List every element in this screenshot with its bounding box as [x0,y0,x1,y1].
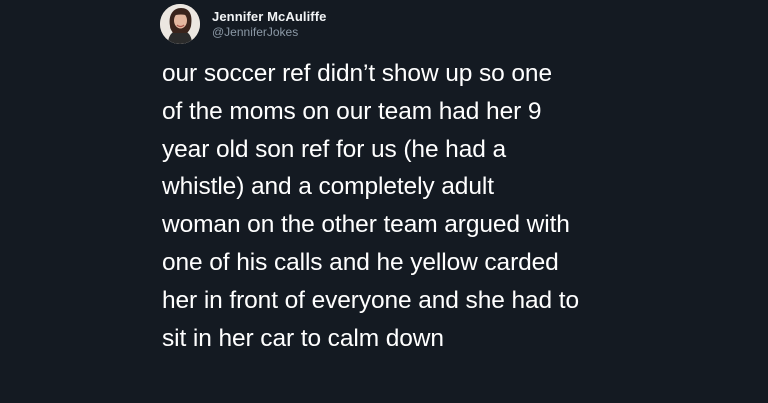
tweet-text-line: woman on the other team argued with [162,211,570,239]
tweet-text-line: one of his calls and he yellow carded [162,248,559,276]
profile-photo-icon [160,4,200,44]
tweet-text-line: sit in her car to calm down [162,324,444,352]
handle[interactable]: @JenniferJokes [212,25,326,40]
tweet-card: Jennifer McAuliffe @JenniferJokes our so… [0,0,768,403]
tweet-text-line: her in front of everyone and she had to [162,286,579,314]
display-name[interactable]: Jennifer McAuliffe [212,9,326,25]
tweet-text-line: of the moms on our team had her 9 [162,97,542,125]
tweet-text-line: year old son ref for us (he had a [162,135,506,163]
tweet-text: our soccer ref didn’t show up so one of … [162,55,762,357]
tweet-header: Jennifer McAuliffe @JenniferJokes [160,2,326,46]
author-names: Jennifer McAuliffe @JenniferJokes [212,9,326,40]
avatar[interactable] [160,4,200,44]
tweet-text-line: our soccer ref didn’t show up so one [162,60,552,87]
tweet-text-line: whistle) and a completely adult [162,173,494,201]
